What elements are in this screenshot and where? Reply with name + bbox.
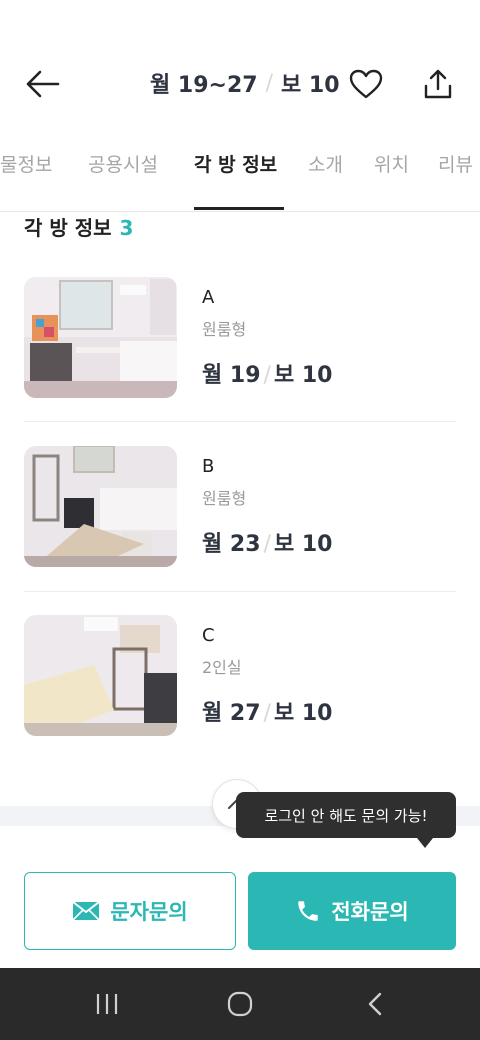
tab-shared-facilities[interactable]: 공용시설 [88, 150, 158, 177]
favorite-button[interactable] [344, 62, 388, 106]
room-monthly-rent: 월 19 [202, 363, 261, 388]
recent-apps-icon [96, 994, 118, 1014]
section-heading: 각 방 정보 3 [24, 212, 133, 241]
room-name: A [202, 287, 215, 308]
recent-apps-button[interactable] [82, 982, 132, 1026]
sms-inquiry-label: 문자문의 [110, 900, 188, 924]
price-separator: / [263, 532, 271, 557]
back-button[interactable] [20, 62, 64, 106]
home-button[interactable] [215, 982, 265, 1026]
share-button[interactable] [416, 62, 460, 106]
room-monthly-rent: 월 23 [202, 532, 261, 557]
tab-reviews[interactable]: 리뷰 [438, 150, 473, 177]
room-type: 원룸형 [202, 489, 247, 508]
price-separator: / [263, 363, 271, 388]
room-monthly-rent: 월 27 [202, 701, 261, 726]
call-inquiry-label: 전화문의 [331, 900, 409, 924]
room-deposit: 보 10 [273, 532, 333, 557]
system-navigation-bar [0, 968, 480, 1040]
room-deposit: 보 10 [273, 701, 333, 726]
sms-inquiry-button[interactable]: 문자문의 [24, 872, 236, 950]
tab-introduction[interactable]: 소개 [308, 150, 343, 177]
title-separator: / [265, 70, 273, 96]
heart-icon [349, 69, 383, 99]
room-card-b[interactable]: B 원룸형 월 23/보 10 [24, 446, 456, 596]
page-title: 월 19~27 / 보 10 [150, 66, 340, 100]
title-deposit: 보 10 [281, 73, 340, 98]
room-price: 월 19/보 10 [202, 357, 332, 389]
room-deposit: 보 10 [273, 363, 333, 388]
tab-room-info[interactable]: 각 방 정보 [194, 150, 277, 177]
room-card-c[interactable]: C 2인실 월 27/보 10 [24, 615, 456, 765]
room-count: 3 [119, 216, 134, 240]
share-icon [424, 69, 452, 99]
room-name: C [202, 625, 215, 646]
room-photo [24, 446, 177, 567]
phone-icon [298, 901, 319, 921]
price-separator: / [263, 701, 271, 726]
call-inquiry-button[interactable]: 전화문의 [248, 872, 456, 950]
section-title: 각 방 정보 [24, 216, 112, 240]
room-type: 2인실 [202, 658, 242, 677]
room-photo [24, 615, 177, 736]
back-arrow-icon [26, 70, 60, 98]
inquiry-tooltip: 로그인 안 해도 문의 가능! [236, 792, 456, 838]
room-type: 원룸형 [202, 320, 247, 339]
title-monthly: 월 19~27 [150, 73, 258, 98]
active-tab-indicator [194, 207, 284, 210]
tab-building-info[interactable]: 물정보 [0, 150, 52, 177]
home-icon [227, 991, 253, 1017]
tab-location[interactable]: 위치 [374, 150, 409, 177]
top-app-bar: 월 19~27 / 보 10 [0, 48, 480, 118]
nav-back-icon [368, 992, 382, 1016]
tooltip-arrow [417, 838, 433, 848]
divider [24, 421, 456, 422]
room-name: B [202, 456, 215, 477]
room-price: 월 23/보 10 [202, 526, 332, 558]
section-tabs: 물정보 공용시설 각 방 정보 소개 위치 리뷰 [0, 136, 480, 212]
system-back-button[interactable] [350, 982, 400, 1026]
room-price: 월 27/보 10 [202, 695, 332, 727]
divider [24, 591, 456, 592]
room-photo [24, 277, 177, 398]
mail-icon [72, 901, 100, 921]
room-card-a[interactable]: A 원룸형 월 19/보 10 [24, 277, 456, 427]
